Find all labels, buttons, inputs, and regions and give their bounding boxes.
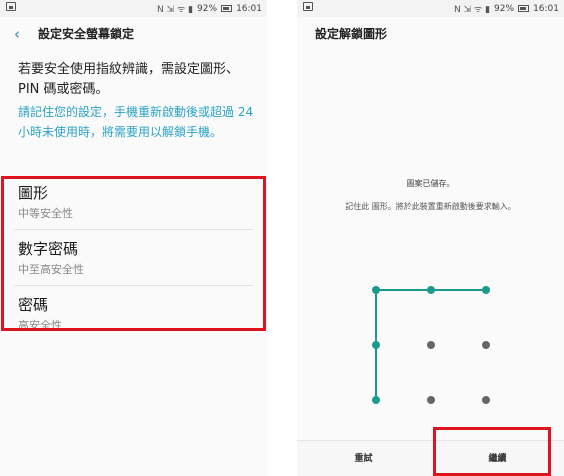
option-pattern[interactable]: 圖形 中等安全性	[0, 176, 267, 232]
option-subtitle: 高安全性	[18, 319, 62, 332]
pattern-dot[interactable]	[372, 396, 380, 404]
pattern-dot[interactable]	[482, 396, 490, 404]
pattern-saved-text: 圖案已儲存。	[406, 179, 455, 188]
pattern-dot[interactable]	[427, 286, 435, 294]
gallery-notification-icon	[6, 2, 16, 11]
status-bar: N ⇲ ᯤ ▮ 92% 16:01	[297, 0, 564, 17]
battery-percent: 92%	[197, 3, 218, 14]
pattern-dot[interactable]	[482, 286, 490, 294]
description-text: 若要安全使用指紋辨識，需設定圖形、PIN 碼或密碼。	[18, 62, 240, 97]
bottom-action-bar: 重試 繼續	[297, 440, 564, 476]
option-subtitle: 中等安全性	[18, 207, 73, 220]
option-title: 數字密碼	[18, 240, 79, 258]
divider	[14, 229, 253, 230]
status-right: N ⇲ ᯤ ▮ 92% 16:01	[454, 2, 559, 16]
app-bar: ‹ 設定安全螢幕鎖定	[0, 18, 267, 48]
clock: 16:01	[533, 3, 559, 14]
divider	[14, 285, 253, 286]
page-title: 設定安全螢幕鎖定	[38, 27, 135, 41]
note-text: 請記住您的設定，手機重新啟動後或超過 24 小時未使用時，將需要用以解鎖手機。	[18, 105, 254, 139]
continue-button[interactable]: 繼續	[431, 441, 564, 476]
battery-percent: 92%	[494, 3, 515, 14]
pattern-dot[interactable]	[372, 341, 380, 349]
pattern-remember-text: 記住此 圖形。將於此裝置重新啟動後要求輸入。	[345, 202, 516, 211]
option-pin[interactable]: 數字密碼 中至高安全性	[0, 232, 267, 288]
app-bar: 設定解鎖圖形	[297, 18, 564, 48]
gallery-notification-icon	[303, 2, 313, 11]
clock: 16:01	[236, 3, 262, 14]
option-subtitle: 中至高安全性	[18, 263, 84, 276]
pattern-dot[interactable]	[372, 286, 380, 294]
back-icon[interactable]: ‹	[14, 25, 20, 43]
pattern-dot[interactable]	[427, 396, 435, 404]
pattern-dot[interactable]	[427, 341, 435, 349]
battery-icon	[221, 5, 233, 12]
status-icons: N ⇲ ᯤ ▮	[157, 5, 194, 15]
status-right: N ⇲ ᯤ ▮ 92% 16:01	[157, 2, 262, 16]
status-bar: N ⇲ ᯤ ▮ 92% 16:01	[0, 0, 267, 17]
pattern-dot[interactable]	[482, 341, 490, 349]
page-title: 設定解鎖圖形	[315, 27, 388, 41]
right-screen: N ⇲ ᯤ ▮ 92% 16:01 設定解鎖圖形 圖案已儲存。 記住此 圖形。將…	[297, 0, 564, 476]
option-title: 密碼	[18, 296, 49, 314]
status-icons: N ⇲ ᯤ ▮	[454, 5, 491, 15]
option-title: 圖形	[18, 184, 49, 202]
option-password[interactable]: 密碼 高安全性	[0, 288, 267, 344]
unlock-pattern-grid[interactable]	[297, 260, 564, 420]
left-screen: N ⇲ ᯤ ▮ 92% 16:01 ‹ 設定安全螢幕鎖定 若要安全使用指紋辨識，…	[0, 0, 267, 476]
battery-icon	[518, 5, 530, 12]
retry-button[interactable]: 重試	[297, 441, 430, 476]
